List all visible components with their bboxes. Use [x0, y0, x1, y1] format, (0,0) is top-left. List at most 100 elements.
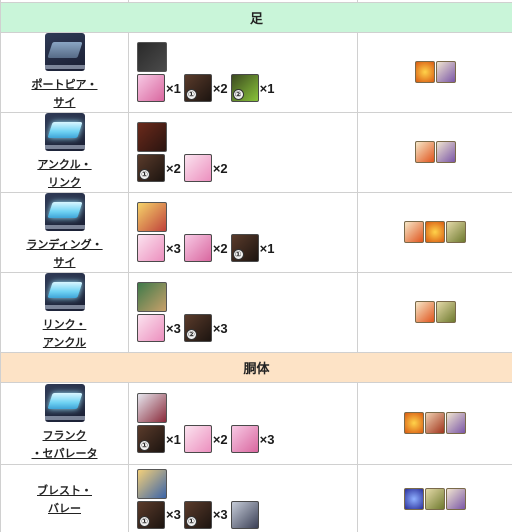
- material-quantity: ×1: [259, 240, 275, 256]
- materials-cell: ×3 ② ×3: [128, 271, 358, 353]
- plate-blue-icon: [44, 273, 85, 311]
- pink-feather-icon: [183, 425, 212, 453]
- materials-cell: ×1 ① ×2 ② ×1: [128, 31, 358, 113]
- table-row: アンクル・ リンク ① ×2 ×2: [0, 111, 512, 193]
- table-row: フランク ・セパレータ ① ×1 ×2 ×3: [0, 381, 512, 465]
- purple-feather-icon: [446, 412, 466, 434]
- material-quantity: ×2: [212, 80, 228, 96]
- rewards-cell: [357, 191, 512, 273]
- material-quantity: ×2: [212, 240, 228, 256]
- material-quantity: ×3: [212, 507, 228, 522]
- grade-badge: ①: [139, 440, 150, 451]
- gold-helmet-icon: [435, 301, 456, 323]
- item-cell: アンクル・ リンク: [0, 111, 129, 193]
- section-header-foot: 足: [0, 1, 512, 33]
- purple-feather-icon: [446, 487, 466, 510]
- grade-badge: ②: [185, 329, 197, 340]
- servant-portrait-icon: [137, 122, 167, 152]
- item-cell: ポートピア・ サイ: [0, 31, 129, 113]
- table-row: ランディング・ サイ ×3 ×2 ① ×1: [0, 191, 512, 273]
- item-name-link[interactable]: アンクル・ リンク: [37, 159, 91, 189]
- materials-cell: ① ×2 ×2: [128, 111, 358, 193]
- dark-claw-icon: ①: [183, 74, 212, 102]
- materials-cell: ① ×3 ① ×3: [128, 463, 358, 532]
- dark-claw-icon: ①: [230, 234, 259, 262]
- material-quantity: ×3: [166, 320, 181, 336]
- rewards-cell: [357, 111, 512, 193]
- flame-icon: [404, 221, 424, 243]
- rewards-cell: [357, 463, 512, 532]
- dark-claw-icon: ①: [137, 425, 165, 453]
- armor-icon: [230, 500, 259, 529]
- fire-orb-icon: [414, 61, 435, 83]
- dark-claw-icon: ①: [183, 500, 212, 529]
- item-name-link[interactable]: ブレスト・ バレー: [37, 485, 92, 515]
- grade-badge: ①: [139, 169, 150, 180]
- rewards-cell: [357, 31, 512, 113]
- red-beast-icon: [425, 412, 445, 434]
- material-quantity: ×2: [212, 431, 228, 447]
- plate-blue-icon: [44, 113, 85, 151]
- item-cell: リンク・ アンクル: [0, 271, 129, 353]
- item-cell: フランク ・セパレータ: [0, 381, 129, 465]
- grade-badge: ①: [139, 515, 150, 527]
- pink-scroll-icon: [230, 425, 259, 453]
- servant-portrait-icon: [137, 393, 167, 423]
- materials-cell: ×3 ×2 ① ×1: [128, 191, 358, 273]
- material-quantity: ×3: [166, 507, 181, 522]
- servant-portrait-icon: [137, 42, 167, 72]
- materials-cell: ① ×1 ×2 ×3: [128, 381, 358, 465]
- material-quantity: ×3: [212, 320, 228, 336]
- pink-feather-icon: [137, 234, 165, 262]
- rewards-cell: [357, 381, 512, 465]
- material-quantity: ×3: [166, 240, 181, 256]
- gold-helmet-icon: [425, 487, 445, 510]
- servant-portrait-icon: [137, 468, 167, 499]
- item-cell: ランディング・ サイ: [0, 191, 129, 273]
- material-quantity: ×1: [259, 80, 275, 96]
- dark-claw-icon: ①: [137, 154, 165, 182]
- dark-claw-icon: ①: [137, 500, 165, 529]
- table-row: ポートピア・ サイ ×1 ① ×2 ② ×1: [0, 31, 512, 113]
- item-cell: ブレスト・ バレー: [0, 463, 129, 532]
- grade-badge: ①: [185, 89, 197, 100]
- table-row: リンク・ アンクル ×3 ② ×3: [0, 271, 512, 353]
- grade-badge: ①: [185, 515, 197, 527]
- item-name-link[interactable]: ランディング・ サイ: [26, 239, 102, 269]
- pink-scroll-icon: [183, 234, 212, 262]
- crafting-table: 足 ポートピア・ サイ ×1 ① ×2 ② ×1 アンクル・ リンク ① ×2 …: [0, 0, 512, 532]
- pink-feather-icon: [183, 154, 212, 182]
- item-name-link[interactable]: リンク・ アンクル: [43, 319, 87, 349]
- rewards-cell: [357, 271, 512, 353]
- table-row: ブレスト・ バレー ① ×3 ① ×3: [0, 463, 512, 532]
- material-quantity: ×2: [212, 160, 228, 176]
- plate-dark-icon: [44, 33, 85, 71]
- material-quantity: ×3: [259, 431, 275, 447]
- item-name-link[interactable]: ポートピア・ サイ: [32, 79, 98, 109]
- grade-badge: ②: [232, 89, 244, 100]
- flame-icon: [414, 141, 435, 163]
- material-quantity: ×1: [166, 431, 181, 447]
- fire-orb-icon: [425, 221, 445, 243]
- material-quantity: ×2: [166, 160, 181, 176]
- section-title: 足: [0, 1, 512, 33]
- section-header-torso: 胴体: [0, 351, 512, 383]
- servant-portrait-icon: [137, 202, 167, 232]
- servant-portrait-icon: [137, 282, 167, 312]
- item-name-link[interactable]: フランク ・セパレータ: [32, 430, 98, 460]
- green-gear-icon: ②: [230, 74, 259, 102]
- fire-orb-icon: [404, 412, 424, 434]
- purple-feather-icon: [435, 141, 456, 163]
- section-title: 胴体: [0, 351, 512, 383]
- purple-feather-icon: [435, 61, 456, 83]
- flame-icon: [414, 301, 435, 323]
- material-quantity: ×1: [166, 80, 181, 96]
- grade-badge: ①: [232, 249, 244, 260]
- dark-claw-icon: ②: [183, 314, 212, 342]
- plate-blue-icon: [44, 384, 85, 422]
- gold-helmet-icon: [446, 221, 466, 243]
- pink-scroll-icon: [137, 74, 165, 102]
- plate-blue-icon: [44, 193, 85, 231]
- pink-feather-icon: [137, 314, 165, 342]
- blue-orb-icon: [404, 487, 424, 510]
